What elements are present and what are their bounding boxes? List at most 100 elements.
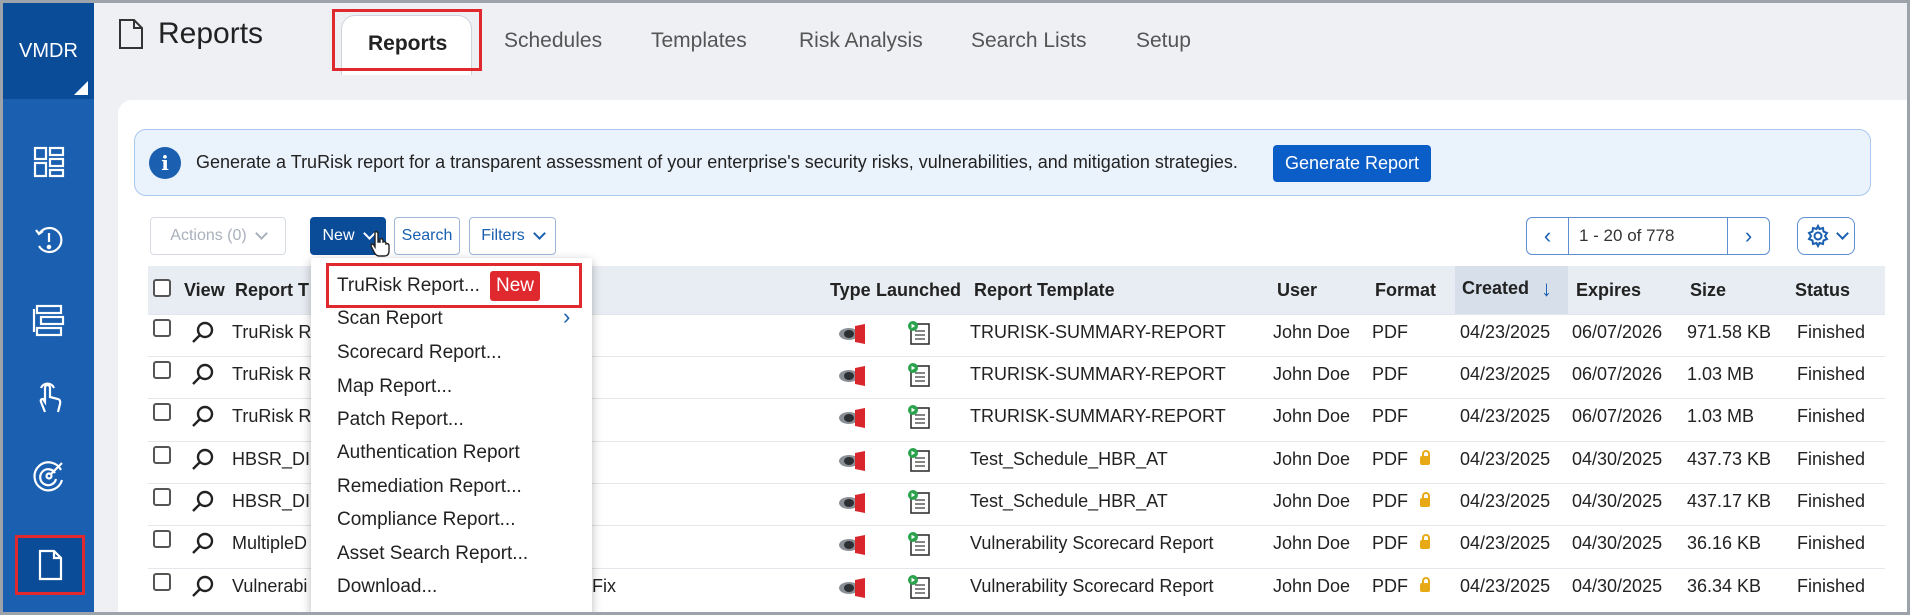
view-report-button[interactable] [190,531,216,562]
new-report-menu: TruRisk Report... Scan Report › Scorecar… [311,258,592,615]
generate-report-button[interactable]: Generate Report [1273,145,1431,182]
table-settings-button[interactable] [1797,217,1855,255]
format-cell: PDF [1372,533,1408,553]
column-header-report-template[interactable]: Report Template [974,280,1115,301]
gear-icon [1807,224,1828,248]
row-checkbox[interactable] [153,530,171,548]
radar-icon [32,461,63,492]
row-checkbox[interactable] [153,319,171,337]
trurisk-menu-highlight [326,263,582,308]
chevron-down-icon [1835,227,1849,240]
expires-cell: 04/30/2025 [1572,491,1663,511]
menu-item-patch-report[interactable]: Patch Report... [337,409,464,431]
expires-cell: 06/07/2026 [1572,322,1663,342]
menu-item-map-report[interactable]: Map Report... [337,376,452,398]
report-type-cell [838,534,866,561]
eye-flag-icon [839,408,865,428]
report-title-cell: MultipleD [232,533,308,553]
filters-dropdown[interactable]: Filters [469,217,556,255]
created-cell: 04/23/2025 [1460,533,1551,553]
trurisk-info-banner: i Generate a TruRisk report for a transp… [134,129,1871,196]
sort-descending-icon[interactable]: ↓ [1541,276,1552,302]
menu-item-authentication-report[interactable]: Authentication Report [337,442,520,464]
tab-setup[interactable]: Setup [1136,29,1191,53]
list-stack-icon [32,304,64,337]
column-header-format[interactable]: Format [1375,280,1436,301]
column-header-created[interactable]: Created [1462,278,1529,299]
sidebar-item-assets[interactable] [3,283,94,357]
size-cell: 36.34 KB [1687,576,1762,596]
row-checkbox[interactable] [153,446,171,464]
column-header-type[interactable]: Type [830,280,871,301]
column-header-user[interactable]: User [1277,280,1317,301]
menu-item-compliance-report[interactable]: Compliance Report... [337,509,515,531]
created-cell: 04/23/2025 [1460,491,1551,511]
column-header-status[interactable]: Status [1795,280,1850,301]
brand-menu-corner-icon [74,81,88,95]
sidebar-item-dashboard[interactable] [3,125,94,199]
tab-search-lists[interactable]: Search Lists [971,29,1087,53]
tab-templates[interactable]: Templates [651,29,747,53]
created-cell: 04/23/2025 [1460,322,1551,342]
menu-item-scan-report[interactable]: Scan Report [337,308,443,330]
tab-schedules[interactable]: Schedules [504,29,602,53]
view-report-button[interactable] [190,362,216,393]
view-report-button[interactable] [190,489,216,520]
status-cell: Finished [1797,576,1866,596]
row-checkbox[interactable] [153,488,171,506]
launched-document-icon [908,405,930,429]
report-type-cell [838,577,866,604]
menu-item-download[interactable]: Download... [337,576,437,598]
brand-label: VMDR [19,39,78,62]
menu-item-scorecard-report[interactable]: Scorecard Report... [337,342,502,364]
report-template-cell: TRURISK-SUMMARY-REPORT [970,406,1226,426]
created-cell: 04/23/2025 [1460,406,1551,426]
eye-flag-icon [839,366,865,386]
mouse-pointer-icon [370,230,390,257]
row-checkbox[interactable] [153,573,171,591]
launched-cell [906,362,932,393]
size-cell: 1.03 MB [1687,406,1755,426]
sidebar-item-vulnerabilities[interactable] [3,203,94,277]
expires-cell: 06/07/2026 [1572,364,1663,384]
report-type-cell [838,407,866,434]
report-template-cell: TRURISK-SUMMARY-REPORT [970,322,1226,342]
report-template-cell: Test_Schedule_HBR_AT [970,491,1168,511]
row-checkbox[interactable] [153,361,171,379]
row-checkbox[interactable] [153,403,171,421]
hand-touch-icon [39,382,61,413]
app-brand[interactable]: VMDR [3,3,94,99]
next-page-button[interactable]: › [1727,218,1769,254]
actions-dropdown[interactable]: Actions (0) [150,217,286,255]
sidebar-item-reports[interactable] [15,535,85,595]
launched-cell [906,489,932,520]
eye-flag-icon [839,493,865,513]
pagination: ‹ 1 - 20 of 778 › [1526,217,1770,255]
view-report-button[interactable] [190,404,216,435]
info-icon: i [149,147,181,179]
launched-document-icon [908,363,930,387]
view-report-button[interactable] [190,574,216,605]
sidebar-item-remediation[interactable] [3,361,94,435]
tab-risk-analysis[interactable]: Risk Analysis [799,29,923,53]
column-header-launched[interactable]: Launched [876,280,961,301]
column-header-report-title[interactable]: Report T [235,280,309,301]
menu-item-asset-search-report[interactable]: Asset Search Report... [337,543,528,565]
view-report-button[interactable] [190,320,216,351]
format-cell: PDF [1372,576,1408,596]
chevron-down-icon [532,227,546,240]
sidebar-item-threats[interactable] [3,439,94,513]
eye-flag-icon [839,535,865,555]
column-header-expires[interactable]: Expires [1576,280,1641,301]
previous-page-button[interactable]: ‹ [1527,218,1569,254]
user-cell: John Doe [1273,491,1351,511]
magnifier-icon [192,532,214,554]
menu-item-remediation-report[interactable]: Remediation Report... [337,476,522,498]
search-button[interactable]: Search [394,217,460,255]
column-header-size[interactable]: Size [1690,280,1726,301]
select-all-checkbox[interactable] [153,279,171,297]
report-title-cell: Vulnerabi [232,576,308,596]
view-report-button[interactable] [190,447,216,478]
user-cell: John Doe [1273,406,1351,426]
lock-icon [1420,577,1430,592]
